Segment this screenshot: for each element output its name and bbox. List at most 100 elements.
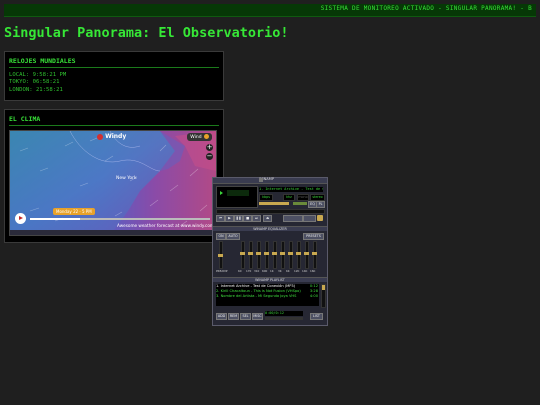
eq-auto-button[interactable]: AUTO <box>226 233 240 240</box>
weather-heading: EL CLIMA <box>9 115 219 126</box>
eq-band-label: 14K <box>302 269 308 273</box>
eq-slider-knob[interactable] <box>240 252 245 255</box>
play-button[interactable] <box>15 213 26 224</box>
eq-band-label: 170 <box>246 269 252 273</box>
windy-logo[interactable]: Windy <box>97 133 126 140</box>
playlist-item-title: 1. Internet Archive - Test de Conexión (… <box>216 284 296 288</box>
windy-logo-icon <box>97 133 103 140</box>
winamp-visualizer[interactable] <box>216 186 258 208</box>
winamp-titlebar[interactable]: WINAMP <box>213 177 327 184</box>
windy-footer-text[interactable]: Awesome weather forecast at www.windy.co… <box>117 223 214 228</box>
winamp-player: WINAMP 1. Internet Archive - Test de Con… <box>212 177 328 326</box>
eq-on-button[interactable]: ON <box>216 233 226 240</box>
prev-icon: ⏮ <box>219 216 222 220</box>
repeat-button[interactable] <box>303 215 316 222</box>
playlist-list[interactable]: 1. Internet Archive - Test de Conexión (… <box>216 284 319 306</box>
eq-band-label: 600 <box>262 269 268 273</box>
status-ticker-text: SISTEMA DE MONITOREO ACTIVADO - SINGULAR… <box>320 5 532 12</box>
playlist-item-duration: 4:00 <box>309 294 318 298</box>
eq-band-slider[interactable] <box>240 241 245 269</box>
eq-presets-button[interactable]: PRESETS <box>303 233 324 240</box>
play-icon <box>19 216 23 220</box>
eq-band-slider[interactable] <box>272 241 277 269</box>
shuffle-button[interactable] <box>283 215 303 222</box>
pl-list-button[interactable]: LIST <box>310 313 323 320</box>
eq-band-slider[interactable] <box>288 241 293 269</box>
pl-mini-controls[interactable] <box>265 317 303 320</box>
winamp-track-marquee: 1. Internet Archive - Test de Conexión (… <box>259 187 323 192</box>
pause-button[interactable]: ❚❚ <box>234 215 243 222</box>
clock-local: LOCAL: 9:58:21 PM <box>9 72 67 78</box>
eq-band-label: 3K <box>278 269 282 273</box>
time-badge: Monday 22 · 5 PM <box>53 208 95 215</box>
windy-map-embed[interactable]: Windy Wind + − New York Monday 22 · 5 PM… <box>9 130 217 236</box>
status-ticker-bar: SISTEMA DE MONITOREO ACTIVADO - SINGULAR… <box>4 4 536 17</box>
eq-band-slider[interactable] <box>280 241 285 269</box>
close-icon[interactable] <box>259 178 263 182</box>
khz-label: khz <box>283 194 295 201</box>
eq-band-label: 16K <box>310 269 316 273</box>
eq-slider-knob[interactable] <box>296 252 301 255</box>
timeline-progress <box>30 218 80 220</box>
playlist-scrollbar[interactable] <box>321 284 326 308</box>
next-icon: ⏭ <box>255 216 258 220</box>
playlist-title: WINAMP PLAYLIST <box>213 278 327 282</box>
playlist-item[interactable]: 3. Nombre del Artista - Mi Segunda Joya … <box>216 294 319 299</box>
equalizer-title: WINAMP EQUALIZER <box>213 227 327 231</box>
play-control-button[interactable]: ▶ <box>225 215 234 222</box>
eq-slider-knob[interactable] <box>304 252 309 255</box>
map-layer-menu[interactable]: Wind <box>187 133 212 141</box>
mono-label: mono <box>297 194 309 201</box>
eject-button[interactable]: ⏏ <box>263 215 272 222</box>
eq-slider-knob[interactable] <box>272 252 277 255</box>
eq-band-slider[interactable] <box>256 241 261 269</box>
eq-slider-knob[interactable] <box>312 252 317 255</box>
pl-toggle-button[interactable]: PL <box>316 201 325 208</box>
eq-band-label: 1K <box>270 269 274 273</box>
pl-misc-button[interactable]: MISC <box>252 313 263 320</box>
eq-slider-knob[interactable] <box>280 252 285 255</box>
winamp-equalizer: WINAMP EQUALIZER ON AUTO PRESETS PREAMP 6… <box>213 226 327 277</box>
pl-add-button[interactable]: ADD <box>216 313 227 320</box>
pl-rem-button[interactable]: REM <box>228 313 239 320</box>
stereo-label: stereo <box>310 194 325 201</box>
zoom-out-button[interactable]: − <box>206 153 213 160</box>
world-clocks-panel: RELOJES MUNDIALES LOCAL: 9:58:21 PM TOKY… <box>4 51 224 101</box>
play-indicator-icon <box>220 191 223 195</box>
stop-button[interactable]: ■ <box>243 215 252 222</box>
eq-band-label: 12K <box>294 269 300 273</box>
playlist-item-title: 2. Kirill Chacaltoun - This is Not Fusio… <box>216 289 301 293</box>
balance-slider[interactable] <box>293 202 307 205</box>
eq-slider-knob[interactable] <box>288 252 293 255</box>
eq-slider-knob[interactable] <box>248 252 253 255</box>
time-display <box>227 190 249 196</box>
pl-sel-button[interactable]: SEL <box>240 313 251 320</box>
eq-preamp-slider[interactable] <box>218 241 223 269</box>
windy-logo-text: Windy <box>105 133 127 140</box>
zoom-in-button[interactable]: + <box>206 144 213 151</box>
eq-band-slider[interactable] <box>296 241 301 269</box>
play-icon: ▶ <box>228 216 231 220</box>
eq-band-label: PREAMP <box>216 269 228 273</box>
city-label: New York <box>116 176 137 181</box>
winamp-playlist: WINAMP PLAYLIST 1. Internet Archive - Te… <box>213 277 327 325</box>
layer-menu-label: Wind <box>190 135 202 140</box>
next-button[interactable]: ⏭ <box>252 215 261 222</box>
seek-bar[interactable] <box>216 209 325 214</box>
eq-band-label: 60 <box>238 269 242 273</box>
eq-band-slider[interactable] <box>248 241 253 269</box>
eq-slider-knob[interactable] <box>264 252 269 255</box>
eq-band-slider[interactable] <box>312 241 317 269</box>
kbps-label: kbps <box>259 194 273 201</box>
eq-slider-knob[interactable] <box>256 252 261 255</box>
volume-slider[interactable] <box>259 202 289 205</box>
timeline-bar <box>10 230 216 235</box>
pause-icon: ❚❚ <box>235 216 242 220</box>
prev-button[interactable]: ⏮ <box>216 215 225 222</box>
eq-slider-knob[interactable] <box>218 254 223 257</box>
eq-band-slider[interactable] <box>264 241 269 269</box>
eq-band-slider[interactable] <box>304 241 309 269</box>
clock-london: LONDON: 21:58:21 <box>9 86 63 93</box>
playlist-item-title: 3. Nombre del Artista - Mi Segunda Joya … <box>216 294 297 298</box>
clock-tokyo: TOKYO: 06:58:21 <box>9 79 60 86</box>
